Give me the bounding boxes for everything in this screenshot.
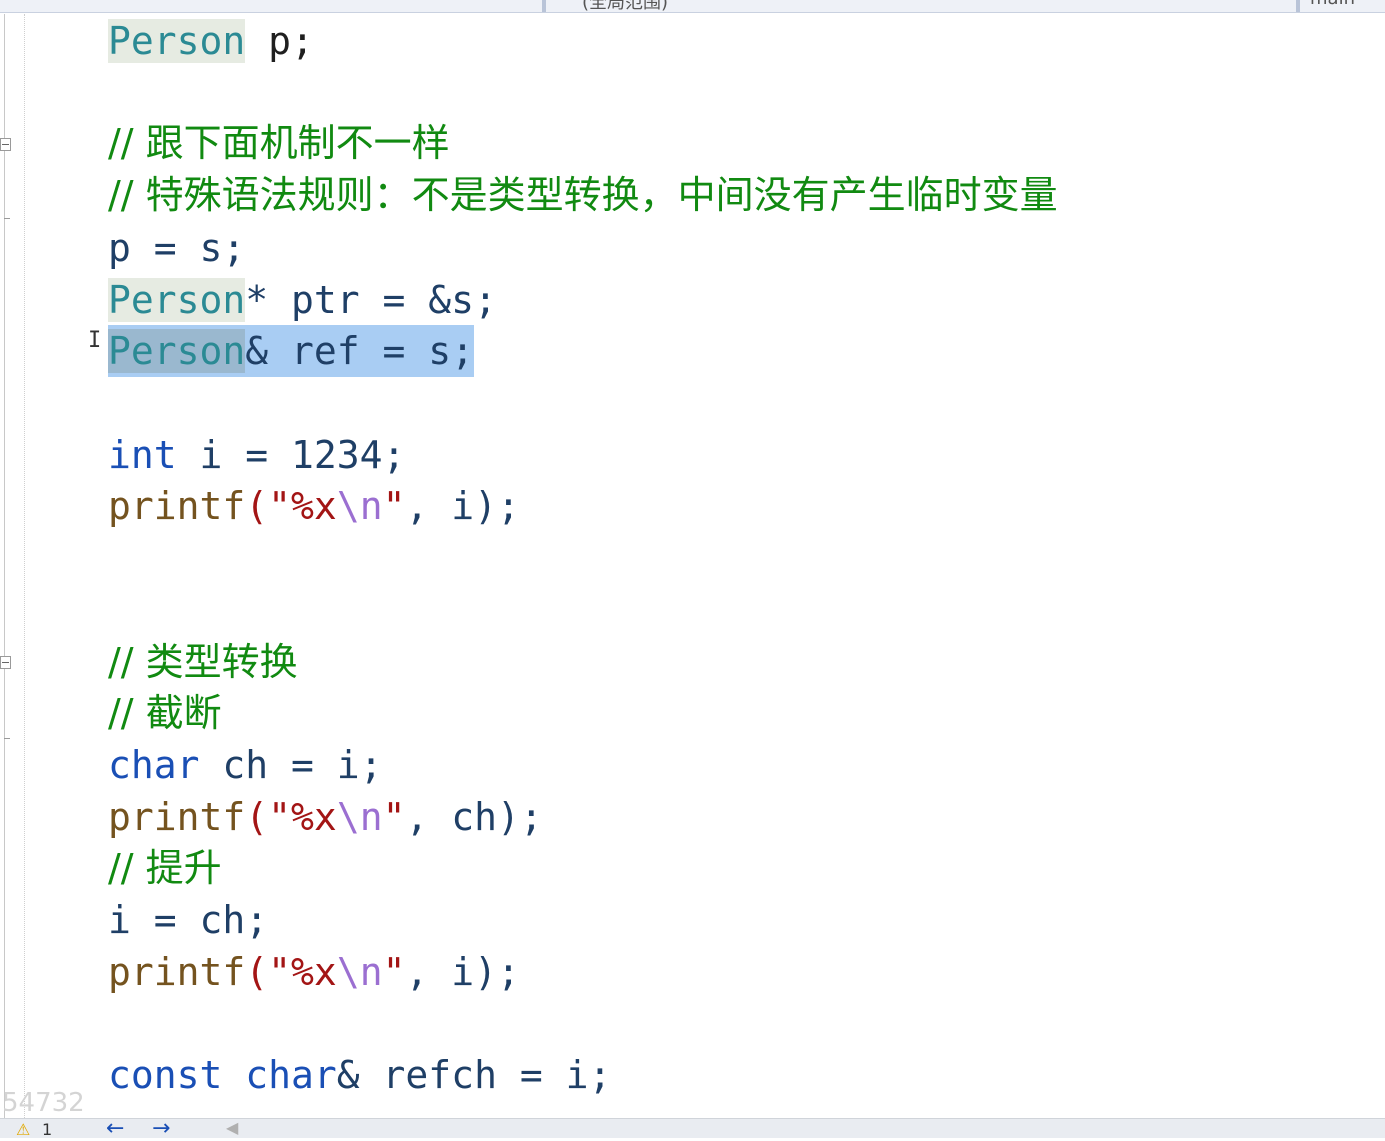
code-text: , i); (405, 484, 520, 528)
watermark: 54732 (2, 1088, 85, 1118)
selected-code-line[interactable]: Person& ref = s; (108, 325, 475, 377)
member-dropdown[interactable]: main (1310, 0, 1355, 9)
code-line[interactable]: // 提升 (108, 842, 222, 894)
fold-end-marker (4, 218, 10, 219)
keyword-token: char (108, 743, 200, 787)
comment-text: // 跟下面机制不一样 (108, 121, 450, 165)
scope-dropdown[interactable]: (全局范围) (582, 0, 668, 14)
string-token: (" (245, 795, 292, 839)
type-token: Person (108, 19, 246, 63)
code-line[interactable]: i = ch; (108, 894, 268, 946)
comment-text: // 特殊语法规则：不是类型转换，中间没有产生临时变量 (108, 173, 1058, 217)
escape-token: \n (336, 950, 383, 994)
indent-guide (24, 14, 26, 1118)
string-token: (" (245, 484, 292, 528)
tab-separator (542, 0, 546, 12)
editor-status-bar (0, 1118, 1385, 1138)
document-tab-strip: (全局范围) main (0, 0, 1385, 13)
string-token: " (382, 950, 406, 994)
code-line[interactable]: Person p; (108, 15, 314, 67)
keyword-token: char (245, 1053, 337, 1097)
comment-text: // 类型转换 (108, 640, 298, 684)
code-line[interactable]: printf("%x\n", i); (108, 480, 520, 532)
code-text: p = s; (108, 226, 246, 270)
escape-token: \n (336, 795, 383, 839)
code-line[interactable]: // 类型转换 (108, 636, 298, 688)
fold-toggle-icon[interactable] (0, 138, 11, 151)
format-token: %x (291, 950, 337, 994)
code-text: & ref = s; (245, 329, 475, 373)
string-token: (" (245, 950, 292, 994)
code-text: * ptr = &s; (245, 278, 497, 322)
type-token: Person (108, 278, 246, 322)
keyword-token: int (108, 433, 177, 477)
string-token: " (382, 795, 406, 839)
comment-text: // 截断 (108, 691, 222, 735)
code-line[interactable]: const char& refch = i; (108, 1049, 611, 1101)
fold-toggle-icon[interactable] (0, 656, 11, 669)
code-text: i = 1234; (176, 433, 406, 477)
function-token: printf (108, 950, 246, 994)
editor-gutter (4, 14, 5, 1118)
code-line[interactable]: p = s; (108, 222, 245, 274)
code-line[interactable]: // 截断 (108, 687, 222, 739)
format-token: %x (291, 795, 337, 839)
code-text: , ch); (405, 795, 543, 839)
function-token: printf (108, 484, 246, 528)
code-text: i = ch; (108, 898, 269, 942)
comment-text: // 提升 (108, 846, 222, 890)
navigate-forward-icon[interactable]: → (152, 1116, 170, 1141)
navigate-back-icon[interactable]: ← (106, 1116, 124, 1141)
tab-separator (1296, 0, 1300, 12)
fold-end-marker (4, 738, 10, 739)
code-line[interactable]: printf("%x\n", ch); (108, 791, 543, 843)
warning-count[interactable]: 1 (42, 1120, 52, 1139)
code-text: ch = i; (199, 743, 383, 787)
escape-token: \n (336, 484, 383, 528)
scroll-left-icon[interactable]: ◀ (226, 1118, 238, 1137)
string-token: " (382, 484, 406, 528)
code-text: , i); (405, 950, 520, 994)
format-token: %x (291, 484, 337, 528)
function-token: printf (108, 795, 246, 839)
code-line[interactable]: int i = 1234; (108, 429, 405, 481)
keyword-token: const (108, 1053, 223, 1097)
warning-icon[interactable]: ⚠ (16, 1120, 30, 1139)
code-line[interactable]: // 特殊语法规则：不是类型转换，中间没有产生临时变量 (108, 169, 1058, 221)
code-line[interactable]: Person* ptr = &s; (108, 274, 497, 326)
text-cursor-icon: I (88, 328, 102, 353)
code-line[interactable]: printf("%x\n", i); (108, 946, 520, 998)
code-line[interactable]: char ch = i; (108, 739, 383, 791)
code-text: p; (245, 19, 314, 63)
code-line[interactable]: // 跟下面机制不一样 (108, 117, 450, 169)
code-text: & refch = i; (336, 1053, 612, 1097)
type-token: Person (108, 329, 246, 373)
